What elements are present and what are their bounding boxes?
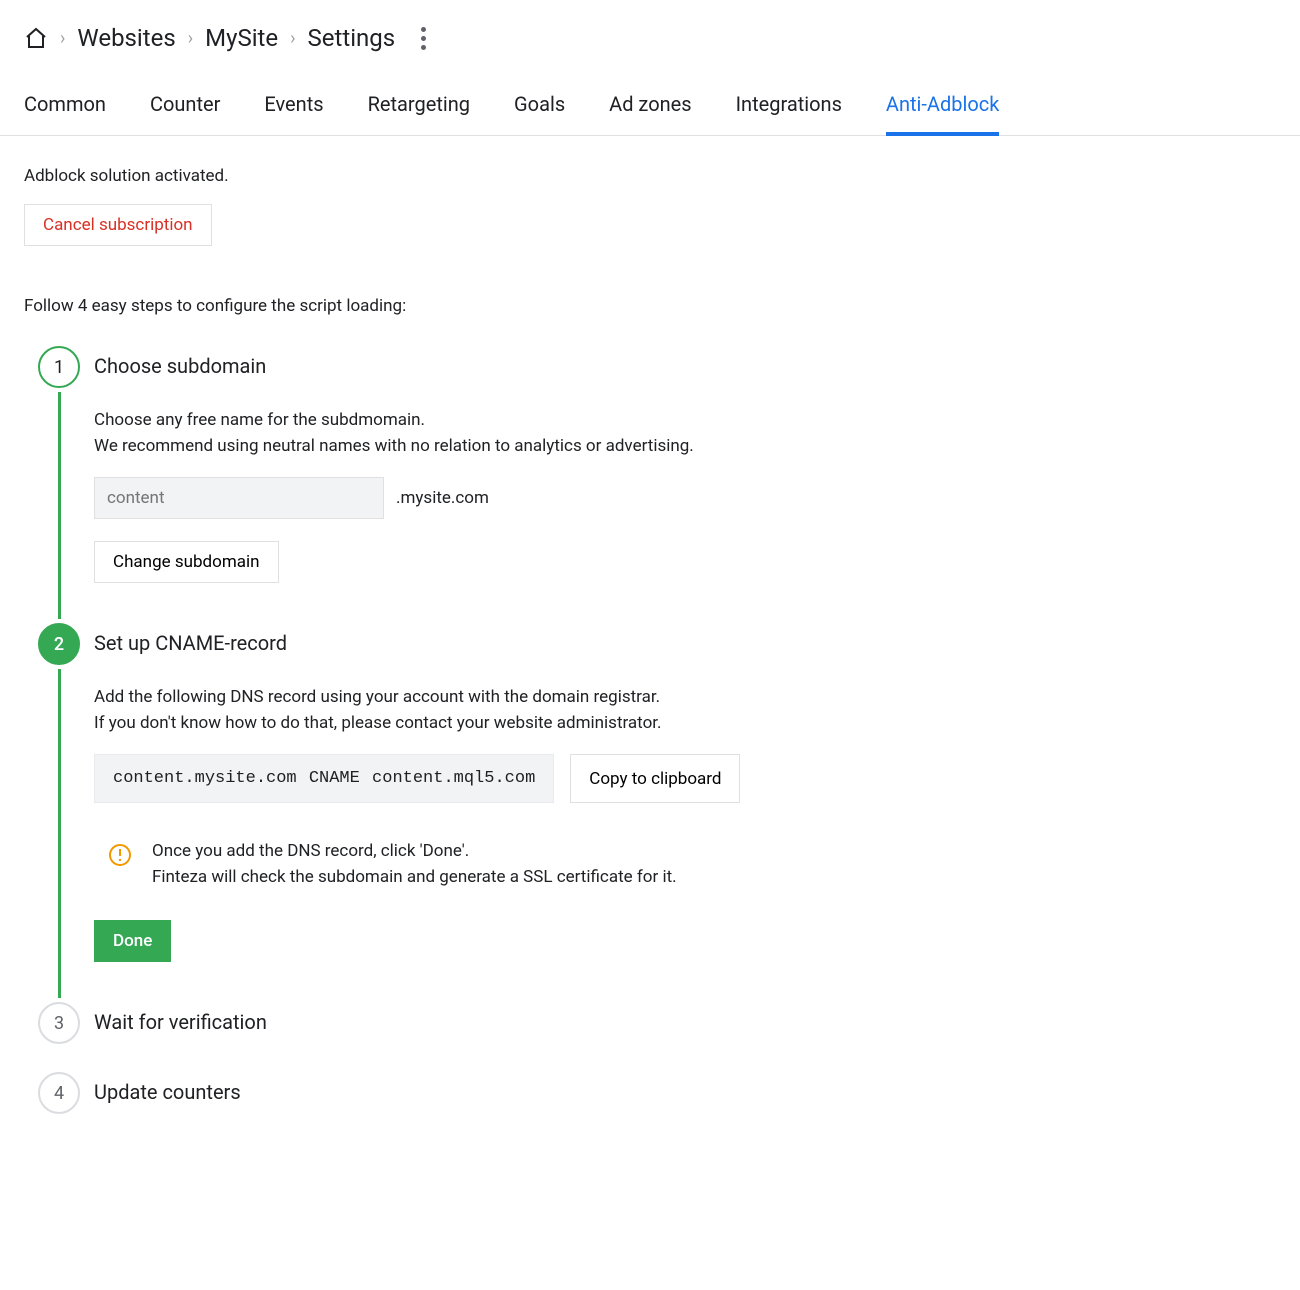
warning-icon <box>108 843 132 867</box>
breadcrumb: › Websites › MySite › Settings <box>24 24 1276 52</box>
tab-goals[interactable]: Goals <box>514 82 565 136</box>
breadcrumb-item[interactable]: MySite <box>205 24 278 52</box>
tab-ad-zones[interactable]: Ad zones <box>609 82 691 136</box>
tab-events[interactable]: Events <box>264 82 323 136</box>
tab-common[interactable]: Common <box>24 82 106 136</box>
cname-code: content.mysite.com CNAME content.mql5.co… <box>94 754 554 803</box>
step-3: 3 Wait for verification <box>24 1002 1084 1072</box>
done-button[interactable]: Done <box>94 920 171 962</box>
tabs: Common Counter Events Retargeting Goals … <box>0 82 1300 136</box>
tab-counter[interactable]: Counter <box>150 82 220 136</box>
step-number: 2 <box>38 623 80 665</box>
status-text: Adblock solution activated. <box>24 166 1084 186</box>
step-title: Update counters <box>94 1080 1084 1104</box>
step-number: 3 <box>38 1002 80 1044</box>
chevron-right-icon: › <box>188 28 193 49</box>
copy-clipboard-button[interactable]: Copy to clipboard <box>570 754 740 803</box>
change-subdomain-button[interactable]: Change subdomain <box>94 541 279 583</box>
step-title: Wait for verification <box>94 1010 1084 1034</box>
step-1: 1 Choose subdomain Choose any free name … <box>24 346 1084 623</box>
breadcrumb-item[interactable]: Websites <box>77 24 175 52</box>
alert-text-line: Finteza will check the subdomain and gen… <box>152 867 677 887</box>
step-title: Set up CNAME-record <box>94 631 1084 655</box>
step-title: Choose subdomain <box>94 354 1084 378</box>
step-number: 4 <box>38 1072 80 1114</box>
step-4: 4 Update counters <box>24 1072 1084 1132</box>
kebab-menu-icon[interactable] <box>411 26 435 50</box>
step-number: 1 <box>38 346 80 388</box>
step-2: 2 Set up CNAME-record Add the following … <box>24 623 1084 1002</box>
cancel-subscription-button[interactable]: Cancel subscription <box>24 204 212 246</box>
intro-text: Follow 4 easy steps to configure the scr… <box>24 296 1084 316</box>
home-icon[interactable] <box>24 26 48 50</box>
breadcrumb-item[interactable]: Settings <box>308 24 396 52</box>
step-description: Choose any free name for the subdmomain.… <box>94 408 1084 459</box>
tab-anti-adblock[interactable]: Anti-Adblock <box>886 82 999 136</box>
alert-box: Once you add the DNS record, click 'Done… <box>94 833 1084 896</box>
tab-retargeting[interactable]: Retargeting <box>368 82 470 136</box>
subdomain-input[interactable] <box>94 477 384 519</box>
alert-text-line: Once you add the DNS record, click 'Done… <box>152 841 469 861</box>
domain-suffix: .mysite.com <box>396 488 489 508</box>
step-description: Add the following DNS record using your … <box>94 685 1084 736</box>
chevron-right-icon: › <box>290 28 295 49</box>
chevron-right-icon: › <box>60 28 65 49</box>
tab-integrations[interactable]: Integrations <box>736 82 842 136</box>
